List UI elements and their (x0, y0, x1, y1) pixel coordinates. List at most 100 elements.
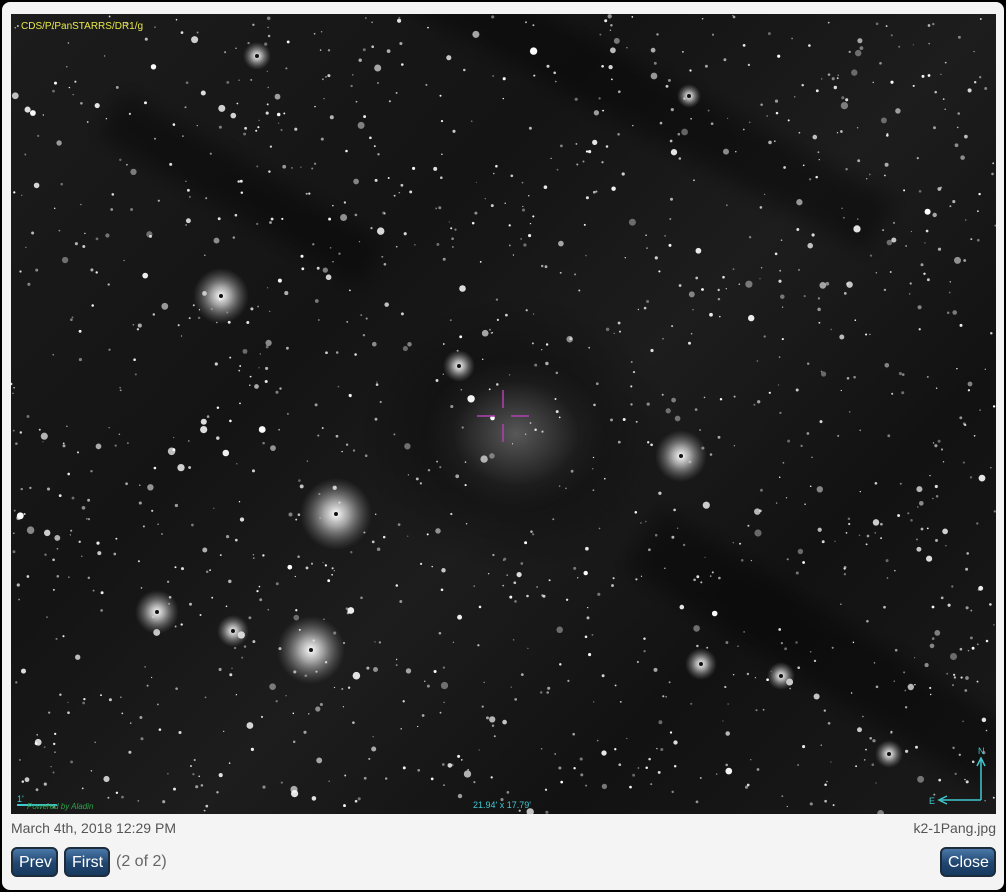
star (352, 671, 361, 680)
star (632, 773, 636, 777)
star (495, 164, 498, 168)
star (325, 274, 332, 281)
star (918, 328, 921, 331)
star (532, 215, 535, 218)
star (855, 765, 858, 768)
star (613, 332, 615, 335)
star (887, 434, 891, 438)
star (992, 405, 996, 408)
star (953, 676, 957, 679)
star (534, 428, 537, 432)
star (662, 695, 665, 698)
star (239, 365, 242, 367)
star (285, 67, 288, 70)
star (817, 527, 822, 532)
star (702, 501, 710, 509)
star (619, 701, 622, 703)
star (898, 372, 902, 376)
star (347, 686, 351, 689)
star (226, 535, 230, 539)
star (108, 348, 111, 351)
star (717, 288, 720, 292)
star (973, 80, 977, 84)
star (847, 517, 851, 521)
star (508, 224, 511, 227)
first-button[interactable]: First (64, 847, 110, 877)
star (13, 191, 16, 194)
star (894, 570, 896, 572)
star (813, 659, 817, 663)
star (521, 208, 526, 212)
star (12, 429, 15, 432)
prev-button[interactable]: Prev (11, 847, 58, 877)
star (580, 773, 584, 777)
close-button[interactable]: Close (940, 847, 996, 877)
star (103, 55, 106, 57)
star (254, 384, 259, 389)
star (11, 92, 19, 100)
star (865, 543, 868, 546)
star (818, 321, 821, 324)
star (924, 663, 929, 668)
star (193, 758, 196, 762)
star (630, 385, 633, 388)
star (791, 37, 794, 40)
star (67, 42, 70, 44)
star (35, 268, 39, 272)
star (890, 730, 893, 733)
star (235, 694, 238, 696)
star (918, 189, 922, 193)
star (643, 306, 647, 310)
star (335, 351, 339, 354)
star (20, 668, 27, 674)
star (817, 307, 821, 312)
star (333, 686, 336, 689)
star (952, 310, 957, 315)
star (91, 304, 94, 307)
star (874, 532, 877, 534)
star (242, 348, 248, 354)
star (344, 774, 347, 777)
star (646, 402, 650, 406)
star (328, 217, 332, 221)
star (637, 767, 640, 769)
star (48, 711, 51, 714)
star (592, 190, 596, 194)
star (991, 172, 994, 176)
star (725, 763, 728, 767)
star (412, 166, 416, 170)
star (379, 400, 382, 404)
star (60, 182, 63, 186)
image-date: March 4th, 2018 12:29 PM (11, 820, 176, 836)
star (592, 489, 595, 492)
star (203, 809, 206, 812)
sky-image-viewer[interactable]: CDS/P/PanSTARRS/DR1/g 1' Powered by Alad… (11, 14, 996, 814)
star (516, 572, 522, 578)
star (237, 180, 240, 183)
star (417, 725, 419, 728)
star (722, 148, 730, 155)
star (732, 14, 734, 17)
star (368, 757, 371, 760)
star (275, 582, 279, 586)
star (232, 236, 235, 239)
star (777, 384, 780, 386)
star (211, 596, 214, 599)
star (138, 501, 142, 505)
star (140, 737, 144, 741)
star (726, 117, 729, 120)
star (192, 773, 195, 776)
star (269, 310, 271, 313)
star (585, 150, 589, 153)
star (853, 375, 856, 379)
star (275, 699, 278, 703)
star (398, 16, 401, 19)
star (185, 218, 191, 224)
star (85, 517, 88, 520)
star (495, 298, 499, 301)
star (907, 512, 910, 515)
star (949, 205, 952, 208)
star (136, 328, 140, 331)
star (440, 681, 449, 690)
star (645, 766, 648, 770)
